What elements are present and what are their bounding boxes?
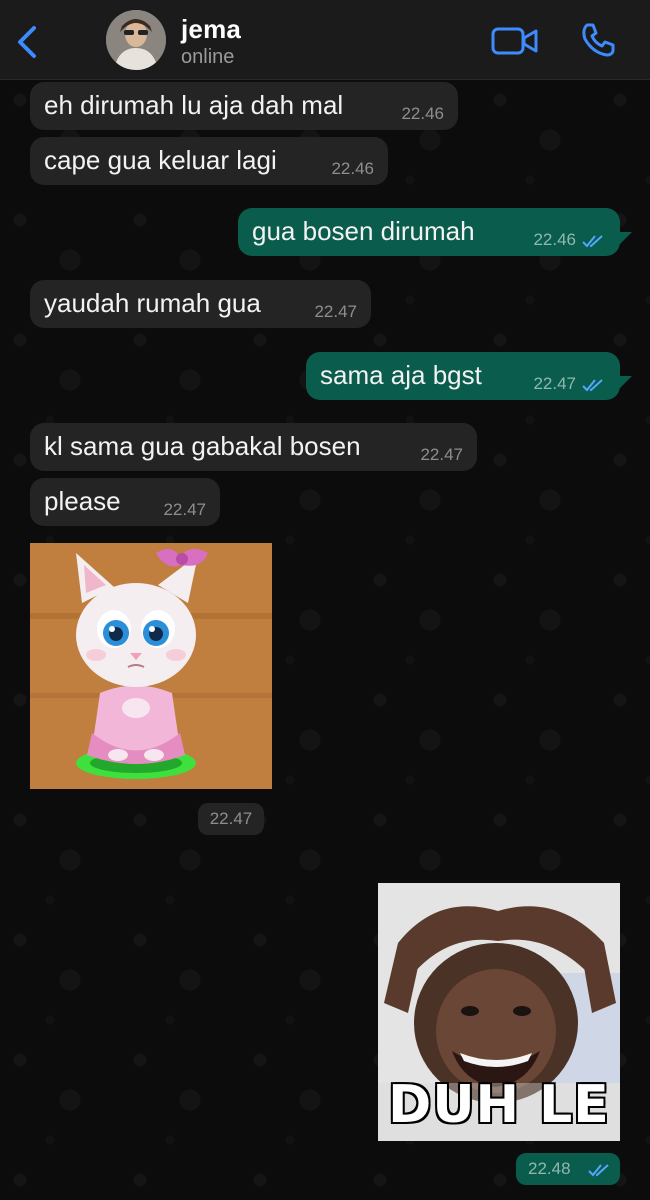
cat-sticker[interactable] xyxy=(30,543,272,789)
message-time: 22.47 xyxy=(314,302,357,321)
outgoing-message[interactable]: gua bosen dirumah 22.46 xyxy=(238,208,620,256)
talking-cat-image xyxy=(30,543,272,789)
sticker-caption: DUH LE xyxy=(387,1074,611,1137)
message-text: gua bosen dirumah xyxy=(252,216,475,246)
message-text: yaudah rumah gua xyxy=(44,288,261,318)
avatar[interactable] xyxy=(106,10,166,70)
incoming-message[interactable]: please 22.47 xyxy=(30,478,220,526)
message-time: 22.46 xyxy=(401,104,444,123)
avatar-photo xyxy=(106,10,166,70)
message-time: 22.46 xyxy=(331,159,374,178)
contact-name[interactable]: jema xyxy=(181,14,241,45)
incoming-message[interactable]: cape gua keluar lagi 22.46 xyxy=(30,137,388,185)
outgoing-message[interactable]: sama aja bgst 22.47 xyxy=(306,352,620,400)
sticker-time: 22.48 xyxy=(516,1153,620,1185)
sticker-time: 22.47 xyxy=(198,803,264,835)
message-time: 22.48 xyxy=(528,1159,571,1178)
bubble-tail xyxy=(618,376,632,390)
chat-area[interactable]: eh dirumah lu aja dah mal 22.46 cape gua… xyxy=(0,80,650,1200)
message-text: eh dirumah lu aja dah mal xyxy=(44,90,344,120)
message-time: 22.47 xyxy=(533,374,576,393)
double-check-icon xyxy=(582,235,603,248)
bubble-tail xyxy=(618,232,632,246)
duh-le-sticker[interactable]: DUH LE xyxy=(378,883,620,1141)
phone-call-icon[interactable] xyxy=(578,20,618,60)
contact-status: online xyxy=(181,46,235,68)
incoming-message[interactable]: kl sama gua gabakal bosen 22.47 xyxy=(30,423,477,471)
message-text: cape gua keluar lagi xyxy=(44,145,277,175)
message-text: sama aja bgst xyxy=(320,360,482,390)
chevron-left-icon[interactable] xyxy=(12,22,42,62)
message-time: 22.47 xyxy=(163,500,206,519)
message-text: kl sama gua gabakal bosen xyxy=(44,431,361,461)
double-check-icon xyxy=(588,1164,609,1177)
message-time: 22.47 xyxy=(420,445,463,464)
message-text: please xyxy=(44,486,121,516)
message-time: 22.46 xyxy=(533,230,576,249)
incoming-message[interactable]: eh dirumah lu aja dah mal 22.46 xyxy=(30,82,458,130)
incoming-message[interactable]: yaudah rumah gua 22.47 xyxy=(30,280,371,328)
double-check-icon xyxy=(582,379,603,392)
video-call-icon[interactable] xyxy=(490,24,540,58)
chat-header: jema online xyxy=(0,0,650,80)
